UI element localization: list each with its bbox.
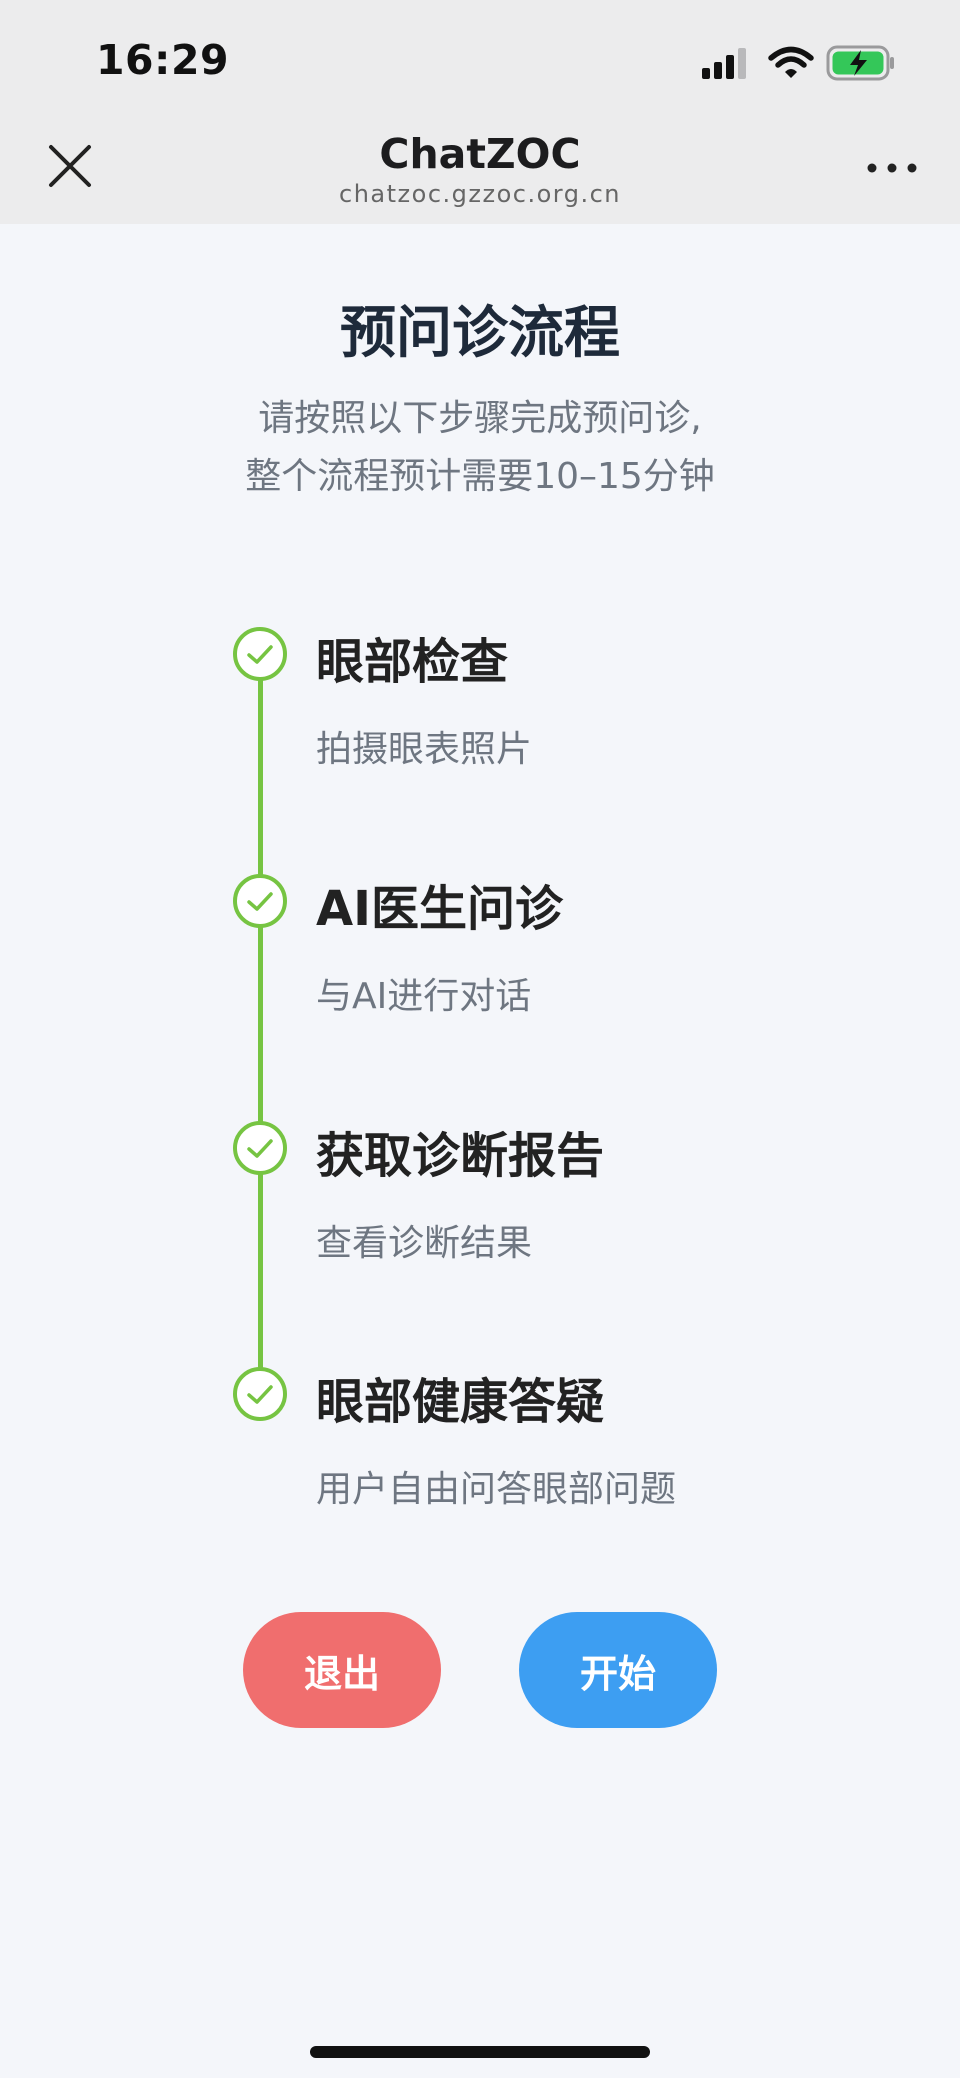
check-circle-icon xyxy=(233,1367,287,1421)
more-icon[interactable] xyxy=(862,148,922,188)
timeline-line xyxy=(258,680,263,1370)
step-title: 眼部检查 xyxy=(316,634,509,690)
step-desc: 用户自由问答眼部问题 xyxy=(316,1469,677,1510)
wifi-icon xyxy=(768,46,814,78)
nav-url: chatzoc.gzzoc.org.cn xyxy=(339,180,621,208)
start-button[interactable]: 开始 xyxy=(519,1612,717,1728)
page-description: 请按照以下步骤完成预问诊, 整个流程预计需要10–15分钟 xyxy=(0,390,960,506)
step-title: AI医生问诊 xyxy=(316,881,564,937)
cellular-signal-icon xyxy=(702,48,746,79)
page-description-line-1: 请按照以下步骤完成预问诊, xyxy=(258,398,702,439)
top-bar: 16:29 ChatZOC chatzoc.gzzoc.org.cn xyxy=(0,0,960,224)
check-circle-icon xyxy=(233,874,287,928)
exit-button[interactable]: 退出 xyxy=(243,1612,441,1728)
step-title: 获取诊断报告 xyxy=(316,1128,605,1184)
step-title: 眼部健康答疑 xyxy=(316,1374,605,1430)
battery-charging-icon xyxy=(826,45,894,81)
home-indicator[interactable] xyxy=(310,2046,650,2058)
nav-title: ChatZOC xyxy=(379,130,581,178)
page-description-line-2: 整个流程预计需要10–15分钟 xyxy=(245,456,715,497)
step-desc: 拍摄眼表照片 xyxy=(316,729,533,770)
step-desc: 与AI进行对话 xyxy=(316,976,532,1017)
check-circle-icon xyxy=(233,627,287,681)
check-circle-icon xyxy=(233,1121,287,1175)
page-title: 预问诊流程 xyxy=(340,301,620,366)
status-time: 16:29 xyxy=(96,36,230,84)
step-desc: 查看诊断结果 xyxy=(316,1223,533,1264)
